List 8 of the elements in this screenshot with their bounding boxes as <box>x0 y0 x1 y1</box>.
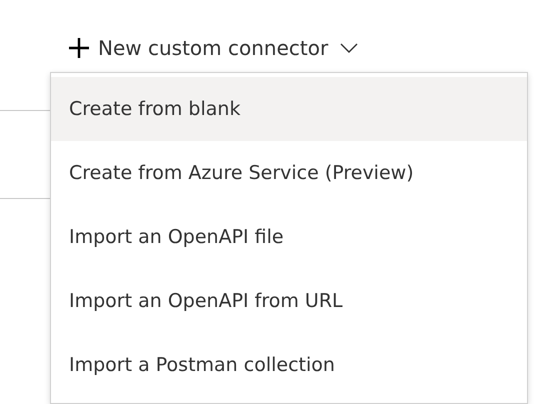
menu-item[interactable]: Create from Azure Service (Preview) <box>51 141 527 205</box>
menu-item[interactable]: Import an OpenAPI file <box>51 205 527 269</box>
menu-item[interactable]: Create from blank <box>51 77 527 141</box>
chevron-down-icon <box>340 43 358 53</box>
menu-item[interactable]: Import an OpenAPI from URL <box>51 269 527 333</box>
plus-icon <box>68 37 90 59</box>
menu-item[interactable]: Import a Postman collection <box>51 333 527 397</box>
new-connector-button[interactable]: New custom connector <box>64 32 362 64</box>
